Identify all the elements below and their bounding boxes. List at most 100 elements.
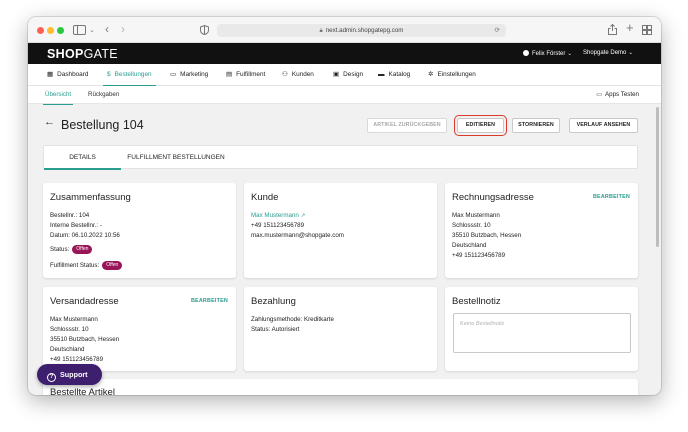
clipboard-icon: ▤ bbox=[226, 71, 233, 78]
internal-order-number: Interne Bestellnr.: - bbox=[50, 222, 102, 229]
payment-method: Zahlungsmethode: Kreditkarte bbox=[251, 316, 334, 323]
note-title: Bestellnotiz bbox=[452, 296, 501, 307]
status-label: Status: bbox=[50, 246, 70, 253]
gear-icon: ✲ bbox=[428, 71, 434, 78]
billing-line: +49 151123456789 bbox=[452, 252, 506, 259]
billing-line: Schlossstr. 10 bbox=[452, 222, 491, 229]
status-badge: Offen bbox=[72, 245, 93, 254]
support-button[interactable]: ? Support bbox=[37, 364, 102, 385]
help-icon: ? bbox=[47, 373, 56, 382]
shop-name: Shopgate Demo bbox=[583, 50, 627, 56]
payment-status: Status: Autorisiert bbox=[251, 326, 300, 333]
order-note-field[interactable]: Keine Bestellnotiz bbox=[453, 313, 631, 353]
editieren-button[interactable]: EDITIEREN bbox=[454, 115, 507, 136]
shipping-line: Max Mustermann bbox=[50, 316, 98, 323]
nav-item-fulfillment[interactable]: ▤ Fulfillment bbox=[226, 64, 265, 86]
customer-card: Kunde Max Mustermann ↗ +49 151123456789 m… bbox=[244, 183, 437, 278]
nav-item-dashboard[interactable]: ▦ Dashboard bbox=[47, 64, 88, 86]
user-icon bbox=[523, 50, 529, 56]
artikel-zurueckgeben-button[interactable]: ARTIKEL ZURÜCKGEBEN bbox=[367, 118, 447, 133]
shipping-line: Schlossstr. 10 bbox=[50, 326, 89, 333]
nav-item-einstellungen[interactable]: ✲ Einstellungen bbox=[428, 64, 476, 86]
fulfillment-status-row: Fulfillment Status: Offen bbox=[50, 261, 123, 270]
sidebar-toggle-icon[interactable] bbox=[73, 25, 86, 38]
page-scrollbar[interactable] bbox=[656, 107, 659, 247]
privacy-shield-icon[interactable] bbox=[200, 24, 209, 38]
shop-selector[interactable]: Shopgate Demo ⌄ bbox=[583, 50, 633, 56]
apps-testen-link[interactable]: ▭ Apps Testen bbox=[596, 86, 639, 103]
payment-title: Bezahlung bbox=[251, 296, 296, 307]
subnav-item-rueckgaben[interactable]: Rückgaben bbox=[88, 86, 119, 104]
chevron-down-icon: ⌄ bbox=[628, 50, 633, 56]
share-icon[interactable] bbox=[608, 23, 617, 38]
chevron-down-icon[interactable]: ⌄ bbox=[89, 25, 95, 36]
customer-title: Kunde bbox=[251, 192, 279, 203]
chevron-down-icon: ⌄ bbox=[567, 51, 572, 57]
nav-item-kunden[interactable]: ⚇ Kunden bbox=[282, 64, 314, 86]
nav-label: Einstellungen bbox=[437, 71, 476, 78]
nav-item-marketing[interactable]: ▭ Marketing bbox=[170, 64, 208, 86]
order-note-card: Bestellnotiz Keine Bestellnotiz bbox=[445, 287, 638, 371]
dashboard-icon: ▦ bbox=[47, 71, 54, 78]
note-placeholder: Keine Bestellnotiz bbox=[460, 321, 505, 327]
order-date: Datum: 06.10.2022 10:56 bbox=[50, 232, 120, 239]
billing-edit-button[interactable]: BEARBEITEN bbox=[593, 194, 630, 200]
shipping-line: Deutschland bbox=[50, 346, 85, 353]
monitor-icon: ▭ bbox=[596, 91, 603, 98]
nav-item-bestellungen[interactable]: $ Bestellungen bbox=[103, 64, 156, 87]
shipping-edit-button[interactable]: BEARBEITEN bbox=[191, 298, 228, 304]
nav-item-design[interactable]: ▣ Design bbox=[333, 64, 363, 86]
verlauf-ansehen-button[interactable]: VERLAUF ANSEHEN bbox=[569, 118, 638, 133]
address-bar[interactable]: 🔒︎ next.admin.shopgatepg.com ⟳ bbox=[217, 24, 506, 37]
customer-name: Max Mustermann bbox=[251, 212, 299, 219]
logo-gate-text: GATE bbox=[83, 47, 118, 61]
billing-line: Max Mustermann bbox=[452, 212, 500, 219]
back-arrow-icon[interactable]: ← bbox=[44, 116, 55, 128]
back-icon[interactable]: ‹ bbox=[105, 23, 109, 35]
nav-label: Kunden bbox=[291, 71, 314, 78]
ordered-items-card bbox=[43, 379, 638, 395]
app-header: SHOPGATE Felix Förster ⌄ Shopgate Demo ⌄ bbox=[28, 43, 661, 64]
url-text: next.admin.shopgatepg.com bbox=[325, 27, 404, 34]
catalog-icon: ▬ bbox=[378, 71, 385, 78]
user-menu[interactable]: Felix Förster ⌄ bbox=[523, 50, 572, 57]
page-title: Bestellung 104 bbox=[61, 118, 144, 132]
tab-overview-icon[interactable] bbox=[642, 25, 652, 38]
stornieren-button[interactable]: STORNIEREN bbox=[512, 118, 560, 133]
customer-phone: +49 151123456789 bbox=[251, 222, 305, 229]
billing-line: 35510 Butzbach, Hessen bbox=[452, 232, 522, 239]
nav-label: Katalog bbox=[388, 71, 411, 78]
fulfillment-status-badge: Offen bbox=[102, 261, 123, 270]
forward-icon[interactable]: › bbox=[121, 23, 125, 35]
summary-title: Zusammenfassung bbox=[50, 192, 131, 203]
dollar-icon: $ bbox=[107, 71, 111, 78]
nav-label: Design bbox=[343, 71, 364, 78]
subnav-item-uebersicht[interactable]: Übersicht bbox=[42, 86, 74, 105]
tab-fulfillment-bestellungen[interactable]: FULFILLMENT BESTELLUNGEN bbox=[121, 146, 231, 169]
close-window-button[interactable] bbox=[37, 27, 44, 34]
zoom-window-button[interactable] bbox=[57, 27, 64, 34]
summary-card: Zusammenfassung Bestellnr.: 104 Interne … bbox=[43, 183, 236, 278]
sub-navigation: Übersicht Rückgaben ▭ Apps Testen bbox=[28, 86, 661, 105]
people-icon: ⚇ bbox=[282, 71, 288, 78]
logo-shop-text: SHOP bbox=[47, 47, 84, 61]
user-name: Felix Förster bbox=[532, 51, 566, 57]
minimize-window-button[interactable] bbox=[47, 27, 54, 34]
status-row: Status: Offen bbox=[50, 245, 93, 254]
fulfillment-status-label: Fulfillment Status: bbox=[50, 262, 100, 269]
customer-name-link[interactable]: Max Mustermann ↗ bbox=[251, 212, 305, 219]
new-tab-icon[interactable]: + bbox=[626, 21, 634, 34]
shipping-line: +49 151123456789 bbox=[50, 356, 104, 363]
design-icon: ▣ bbox=[333, 71, 340, 78]
external-link-icon: ↗ bbox=[300, 213, 306, 219]
chat-icon: ▭ bbox=[170, 71, 177, 78]
payment-card: Bezahlung Zahlungsmethode: Kreditkarte S… bbox=[244, 287, 437, 371]
nav-item-katalog[interactable]: ▬ Katalog bbox=[378, 64, 410, 86]
shopgate-logo[interactable]: SHOPGATE bbox=[47, 47, 118, 61]
apps-testen-label: Apps Testen bbox=[605, 91, 639, 98]
ordered-items-title: Bestellte Artikel bbox=[50, 387, 115, 395]
tab-details[interactable]: DETAILS bbox=[44, 146, 121, 170]
reload-icon[interactable]: ⟳ bbox=[495, 24, 500, 37]
order-number: Bestellnr.: 104 bbox=[50, 212, 90, 219]
order-tabs: DETAILS FULFILLMENT BESTELLUNGEN bbox=[43, 145, 638, 170]
